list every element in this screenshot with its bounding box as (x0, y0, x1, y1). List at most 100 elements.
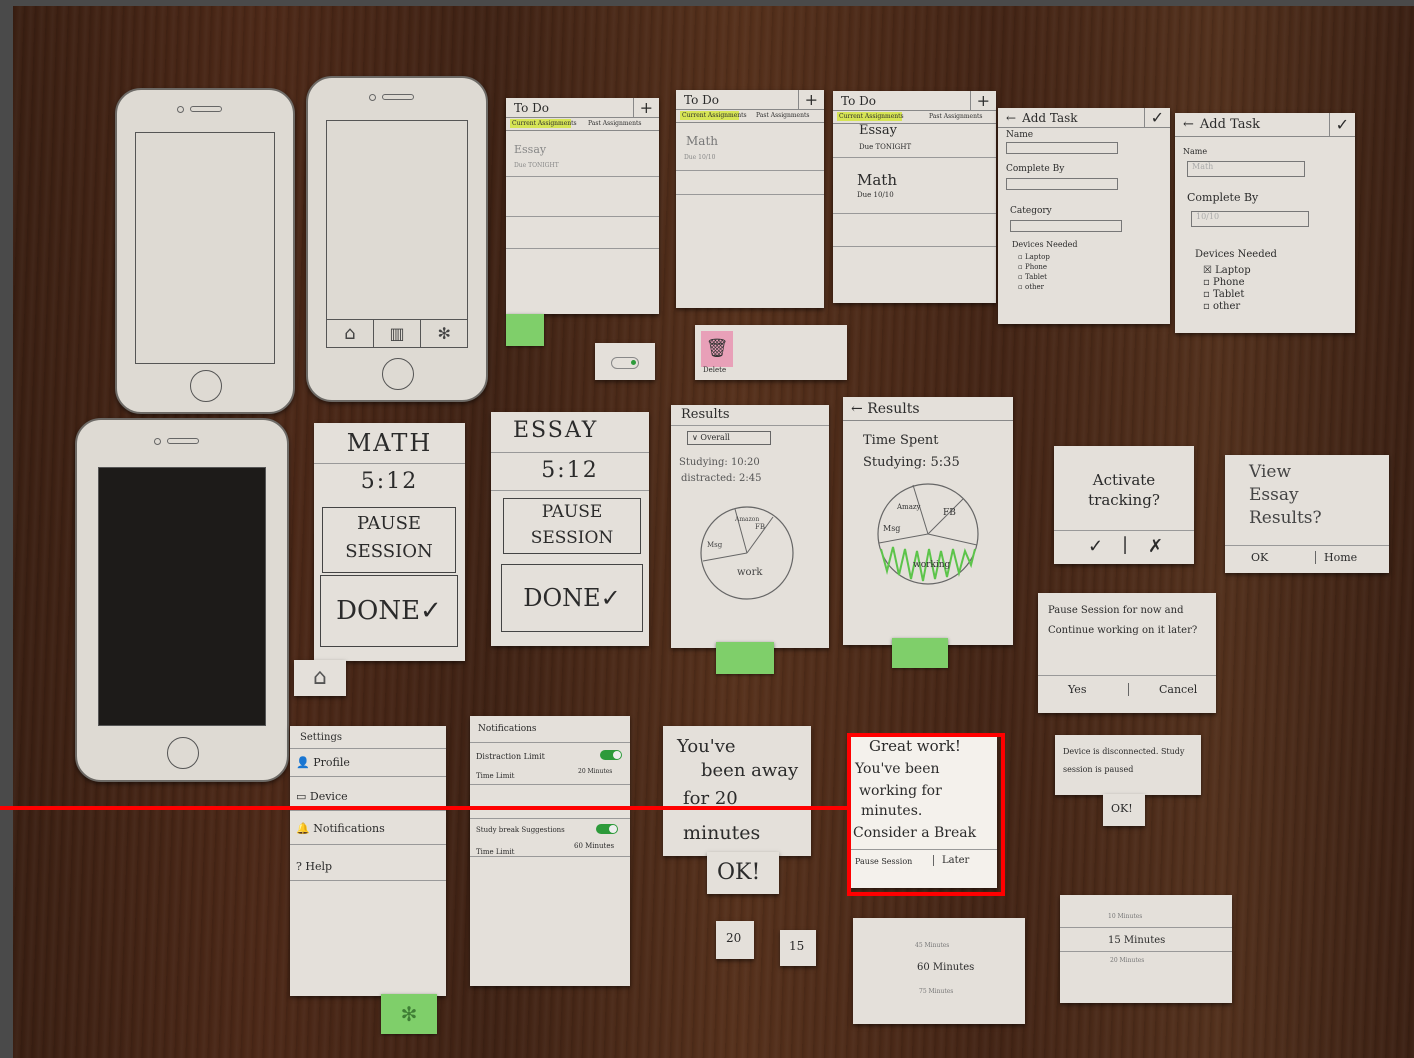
speaker-icon (382, 94, 414, 101)
name-field[interactable]: Math (1187, 161, 1305, 177)
toggle-icon[interactable] (611, 357, 639, 369)
chip-value[interactable]: 15 (789, 939, 804, 953)
chart-icon[interactable]: ▥ (374, 320, 422, 349)
notifications-title: Notifications (478, 724, 537, 734)
device-checkbox[interactable]: ☒ Laptop (1203, 265, 1251, 277)
study-break-value[interactable]: 60 Minutes (574, 842, 614, 850)
todo-title: To Do (514, 101, 549, 115)
session-timer: 5:12 (541, 458, 599, 483)
camera-icon (154, 438, 161, 445)
done-button[interactable]: DONE✓ (501, 564, 643, 632)
session-subject: MATH (346, 429, 433, 457)
back-icon[interactable]: ← (851, 401, 863, 417)
complete-by-label: Complete By (1187, 191, 1259, 204)
activate-no-button[interactable]: ✗ (1148, 536, 1163, 557)
todo-item-due: Due TONIGHT (859, 143, 912, 151)
back-icon[interactable]: ← (1183, 117, 1194, 132)
picker-option[interactable]: 10 Minutes (1108, 913, 1142, 920)
pause-session-button[interactable]: PAUSE SESSION (503, 498, 641, 554)
picker-option[interactable]: 20 Minutes (1110, 957, 1144, 964)
device-checkbox[interactable]: ▫ other (1203, 301, 1251, 313)
tab-past[interactable]: Past Assignments (756, 110, 809, 122)
confirm-icon[interactable]: ✓ (1143, 108, 1164, 128)
activate-yes-button[interactable]: ✓ (1088, 536, 1103, 557)
settings-item-notifications[interactable]: 🔔 Notifications (296, 822, 385, 835)
slice-label-other: Amazon (734, 516, 759, 523)
slice-label-msg: Msg (707, 541, 723, 549)
settings-item-help[interactable]: ? Help (296, 860, 332, 873)
todo-item-name[interactable]: Essay (859, 123, 897, 138)
picker-option-selected[interactable]: 15 Minutes (1108, 935, 1165, 946)
activate-tracking-dialog: Activate tracking? ✓ | ✗ (1054, 446, 1194, 564)
confirm-icon[interactable]: ✓ (1328, 113, 1349, 137)
complete-by-field[interactable]: 10/10 (1191, 211, 1309, 227)
add-icon[interactable]: + (797, 90, 818, 110)
trash-icon[interactable]: 🗑 (701, 331, 733, 367)
results-dropdown[interactable]: ∨ Overall (687, 431, 771, 445)
done-button[interactable]: DONE✓ (320, 575, 458, 647)
minutes-picker-1: 45 Minutes 60 Minutes 75 Minutes (853, 918, 1025, 1024)
slice-label-other: Amazy (896, 503, 921, 511)
todo-item-name[interactable]: Math (857, 171, 897, 189)
distraction-toggle[interactable] (600, 750, 622, 760)
distraction-limit-value[interactable]: 20 Minutes (578, 768, 612, 775)
complete-by-field[interactable] (1006, 178, 1118, 190)
device-checkbox[interactable]: ▫ Phone (1018, 262, 1050, 272)
device-checkbox[interactable]: ▫ Tablet (1203, 289, 1251, 301)
todo-item-name[interactable]: Math (686, 134, 718, 148)
name-label: Name (1183, 147, 1208, 156)
home-icon[interactable]: ⌂ (327, 320, 374, 349)
chip-value[interactable]: 20 (726, 931, 741, 945)
pause-cancel-button[interactable]: Cancel (1128, 683, 1197, 696)
disconnected-ok-button[interactable]: OK! (1111, 802, 1133, 815)
device-checkbox[interactable]: ▫ Phone (1203, 277, 1251, 289)
settings-item-device[interactable]: ▭ Device (296, 790, 348, 803)
add-icon[interactable]: + (969, 91, 990, 111)
tab-current[interactable]: Current Assignments (839, 111, 904, 123)
slice-label-work: work (737, 567, 763, 578)
gear-icon[interactable]: ✻ (421, 320, 467, 348)
phone-screen (325, 119, 469, 349)
settings-screen: Settings 👤 Profile ▭ Device 🔔 Notificati… (290, 726, 446, 996)
pause-yes-button[interactable]: Yes (1068, 683, 1086, 696)
todo-item-name[interactable]: Essay (514, 143, 546, 156)
device-checkbox[interactable]: ▫ other (1018, 282, 1050, 292)
pause-session-button[interactable]: PAUSE SESSION (322, 507, 456, 573)
home-button-icon (382, 358, 414, 391)
disconnected-ok-note: OK! (1103, 794, 1145, 826)
study-break-label: Study break Suggestions (476, 826, 565, 834)
category-field[interactable] (1010, 220, 1122, 232)
away-line-4: minutes (683, 822, 761, 844)
tab-past[interactable]: Past Assignments (588, 118, 641, 130)
add-icon[interactable]: + (632, 98, 653, 118)
picker-option[interactable]: 75 Minutes (919, 988, 953, 995)
distracted-time: distracted: 2:45 (681, 473, 762, 484)
activate-divider: | (1122, 534, 1129, 555)
away-ok-button[interactable]: OK! (717, 860, 760, 885)
view-home-button[interactable]: Home (1315, 551, 1357, 564)
away-ok-note: OK! (707, 852, 779, 894)
tab-current[interactable]: Current Assignments (512, 118, 577, 130)
results-pie-chart: work Msg FB Amazon (700, 506, 794, 600)
complete-by-label: Complete By (1006, 164, 1065, 174)
todo-tabs: Current Assignments Past Assignments (506, 118, 659, 131)
study-break-toggle[interactable] (596, 824, 618, 834)
phone-template-1 (115, 88, 295, 414)
add-task-screen-2: ← Add Task ✓ Name Math Complete By 10/10 D… (1175, 113, 1355, 333)
settings-item-profile[interactable]: 👤 Profile (296, 756, 350, 769)
picker-option-selected[interactable]: 60 Minutes (917, 962, 974, 973)
name-field[interactable] (1006, 142, 1118, 154)
disconnected-dialog: Device is disconnected. Study session is… (1055, 735, 1201, 795)
gear-icon[interactable]: ✻ (381, 994, 437, 1034)
slice-label-msg: Msg (883, 524, 900, 533)
tab-current[interactable]: Current Assignments (682, 110, 747, 122)
view-ok-button[interactable]: OK (1251, 551, 1268, 564)
device-checkbox[interactable]: ▫ Laptop (1018, 252, 1050, 262)
picker-option[interactable]: 45 Minutes (915, 942, 949, 949)
back-icon[interactable]: ← (1006, 111, 1016, 125)
tab-past[interactable]: Past Assignments (929, 111, 982, 123)
home-button-icon (167, 737, 199, 770)
home-icon[interactable]: ⌂ (294, 660, 346, 696)
device-checkbox[interactable]: ▫ Tablet (1018, 272, 1050, 282)
time-limit-label: Time Limit (476, 772, 515, 780)
